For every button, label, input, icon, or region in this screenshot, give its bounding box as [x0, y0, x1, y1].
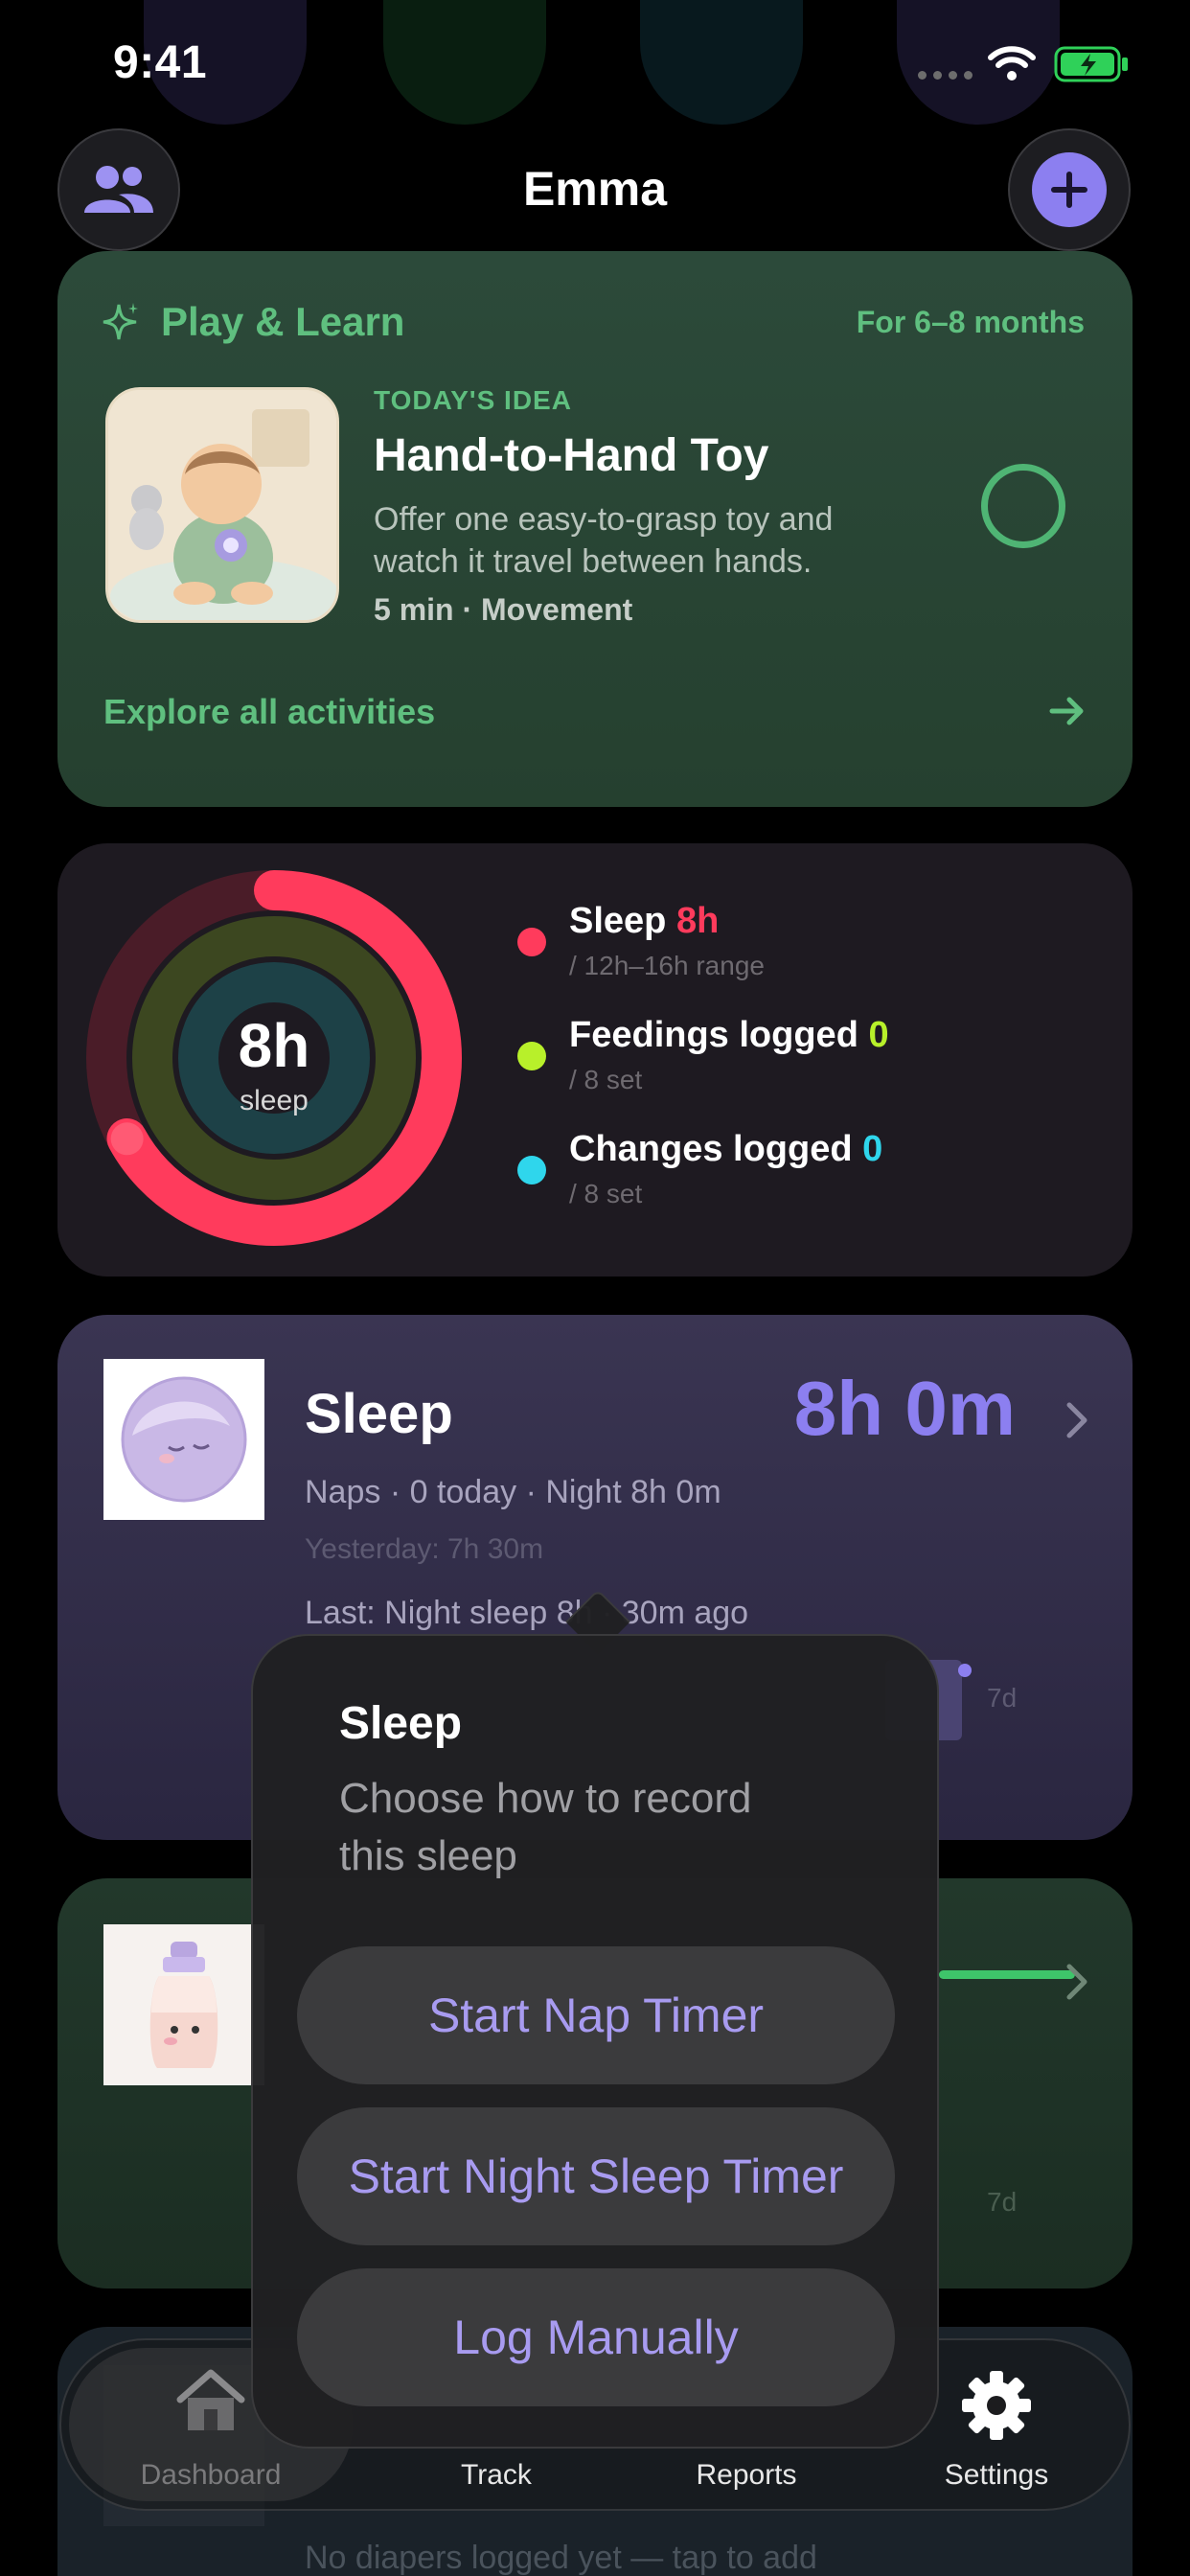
legend-feedings-dot [517, 1042, 546, 1070]
popover-subtitle: Choose how to record this sleep [339, 1770, 751, 1885]
sleep-ring-endcap [110, 1122, 144, 1156]
play-learn-card[interactable]: Play & Learn For 6–8 months TODAY'S IDEA… [57, 251, 1133, 807]
explore-activities-link[interactable]: Explore all activities [103, 692, 435, 732]
legend-feedings-sub: / 8 set [569, 1065, 643, 1094]
sleep-last-prefix: Last: Night sleep [305, 1595, 548, 1631]
house-icon [176, 2369, 245, 2430]
chevron-right-icon[interactable] [1064, 1961, 1092, 2003]
sparkle-icon [103, 303, 138, 340]
legend-sleep-sub: / 12h–16h range [569, 951, 765, 980]
legend-sleep-value: 8h [675, 901, 720, 941]
daily-rings-card[interactable]: 8h sleep Sleep 8h / 12h–16h range Feedin… [57, 843, 1133, 1276]
tab-track-label: Track [461, 2459, 532, 2491]
activity-image [105, 387, 339, 623]
legend-changes-label: Changes logged [569, 1129, 853, 1169]
tab-dashboard-label: Dashboard [140, 2459, 282, 2491]
legend-sleep-label: Sleep [569, 901, 667, 941]
moon-illustration [103, 1359, 264, 1520]
sleep-naps-summary: Naps · 0 today · Night 8h 0m [305, 1474, 721, 1510]
battery-icon [1054, 46, 1128, 82]
popover-subtitle-line1: Choose how to record [339, 1775, 752, 1822]
feed-range-label: 7d [987, 2187, 1018, 2217]
legend-feedings-value: 0 [868, 1015, 889, 1055]
status-icons [910, 44, 1140, 82]
log-manually-button[interactable]: Log Manually [297, 2268, 895, 2406]
bottle-illustration [103, 1924, 264, 2085]
sleep-record-popover: Sleep Choose how to record this sleep St… [251, 1634, 939, 2449]
complete-activity-checkbox[interactable] [981, 464, 1065, 548]
legend-feedings-label: Feedings logged [569, 1015, 858, 1055]
start-night-sleep-timer-button[interactable]: Start Night Sleep Timer [297, 2107, 895, 2245]
gear-icon [962, 2371, 1031, 2440]
legend-changes-value: 0 [862, 1129, 883, 1169]
diaper-quick-icon [640, 0, 803, 125]
activity-description: Offer one easy-to-grasp toy and watch it… [374, 498, 833, 583]
feed-quick-icon [383, 0, 546, 125]
feed-progress-line [939, 1970, 1075, 1979]
popover-title: Sleep [339, 1698, 463, 1749]
activity-meta: 5 min · Movement [374, 592, 633, 627]
diaper-empty-hint: No diapers logged yet — tap to add [305, 2540, 817, 2576]
age-range-label: For 6–8 months [856, 305, 1085, 339]
sleep-range-label: 7d [987, 1683, 1018, 1713]
activity-desc-line2: watch it travel between hands. [374, 543, 812, 580]
sleep-chart-point [958, 1664, 972, 1677]
rings-center-label: sleep [240, 1085, 309, 1116]
rings-center-value: 8h [238, 1011, 310, 1080]
legend-sleep-dot [517, 928, 546, 956]
legend-changes-dot [517, 1156, 546, 1184]
activity-desc-line1: Offer one easy-to-grasp toy and [374, 501, 834, 538]
wifi-icon [988, 46, 1036, 80]
status-time: 9:41 [113, 37, 208, 88]
legend-changes-sub: / 8 set [569, 1179, 643, 1208]
play-learn-title: Play & Learn [161, 299, 405, 344]
sleep-last: Last: Night sleep 8h · 30m ago [305, 1595, 748, 1632]
tab-settings-label: Settings [944, 2459, 1049, 2491]
activity-title: Hand-to-Hand Toy [374, 430, 769, 481]
sleep-total: 8h 0m [793, 1366, 1016, 1451]
add-button[interactable] [1008, 128, 1131, 251]
sleep-yesterday: Yesterday: 7h 30m [305, 1533, 544, 1565]
arrow-right-icon[interactable] [1048, 694, 1087, 728]
chevron-right-icon[interactable] [1064, 1399, 1092, 1441]
start-nap-timer-button[interactable]: Start Nap Timer [297, 1946, 895, 2084]
tab-reports-label: Reports [696, 2459, 797, 2491]
popover-subtitle-line2: this sleep [339, 1832, 517, 1879]
todays-idea-eyebrow: TODAY'S IDEA [374, 385, 572, 415]
plus-icon [1032, 152, 1107, 227]
sleep-card-title: Sleep [305, 1383, 453, 1445]
